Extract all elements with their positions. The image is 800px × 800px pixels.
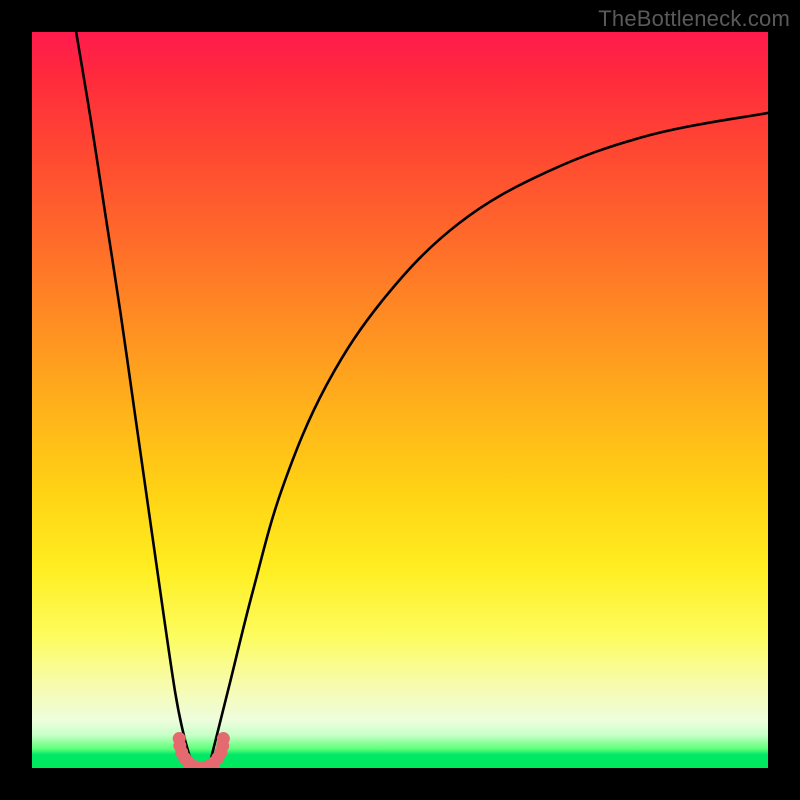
watermark-text: TheBottleneck.com (598, 6, 790, 32)
valley-dot (203, 760, 216, 768)
plot-area (32, 32, 768, 768)
valley-dot (173, 739, 186, 752)
curve-right-branch (209, 113, 768, 768)
valley-dot (214, 746, 227, 759)
valley-dot (175, 746, 188, 759)
valley-dot (207, 756, 220, 768)
chart-frame: TheBottleneck.com (0, 0, 800, 800)
curve-left-branch (76, 32, 194, 768)
valley-dot (182, 756, 195, 768)
valley-dot (217, 732, 230, 745)
valley-dot (192, 761, 205, 768)
valley-dot (173, 732, 186, 745)
valley-dot (211, 752, 224, 765)
valley-dot (187, 760, 200, 768)
curve-layer (32, 32, 768, 768)
valley-dot (197, 761, 210, 768)
valley-dot (216, 739, 229, 752)
valley-dot (178, 752, 191, 765)
